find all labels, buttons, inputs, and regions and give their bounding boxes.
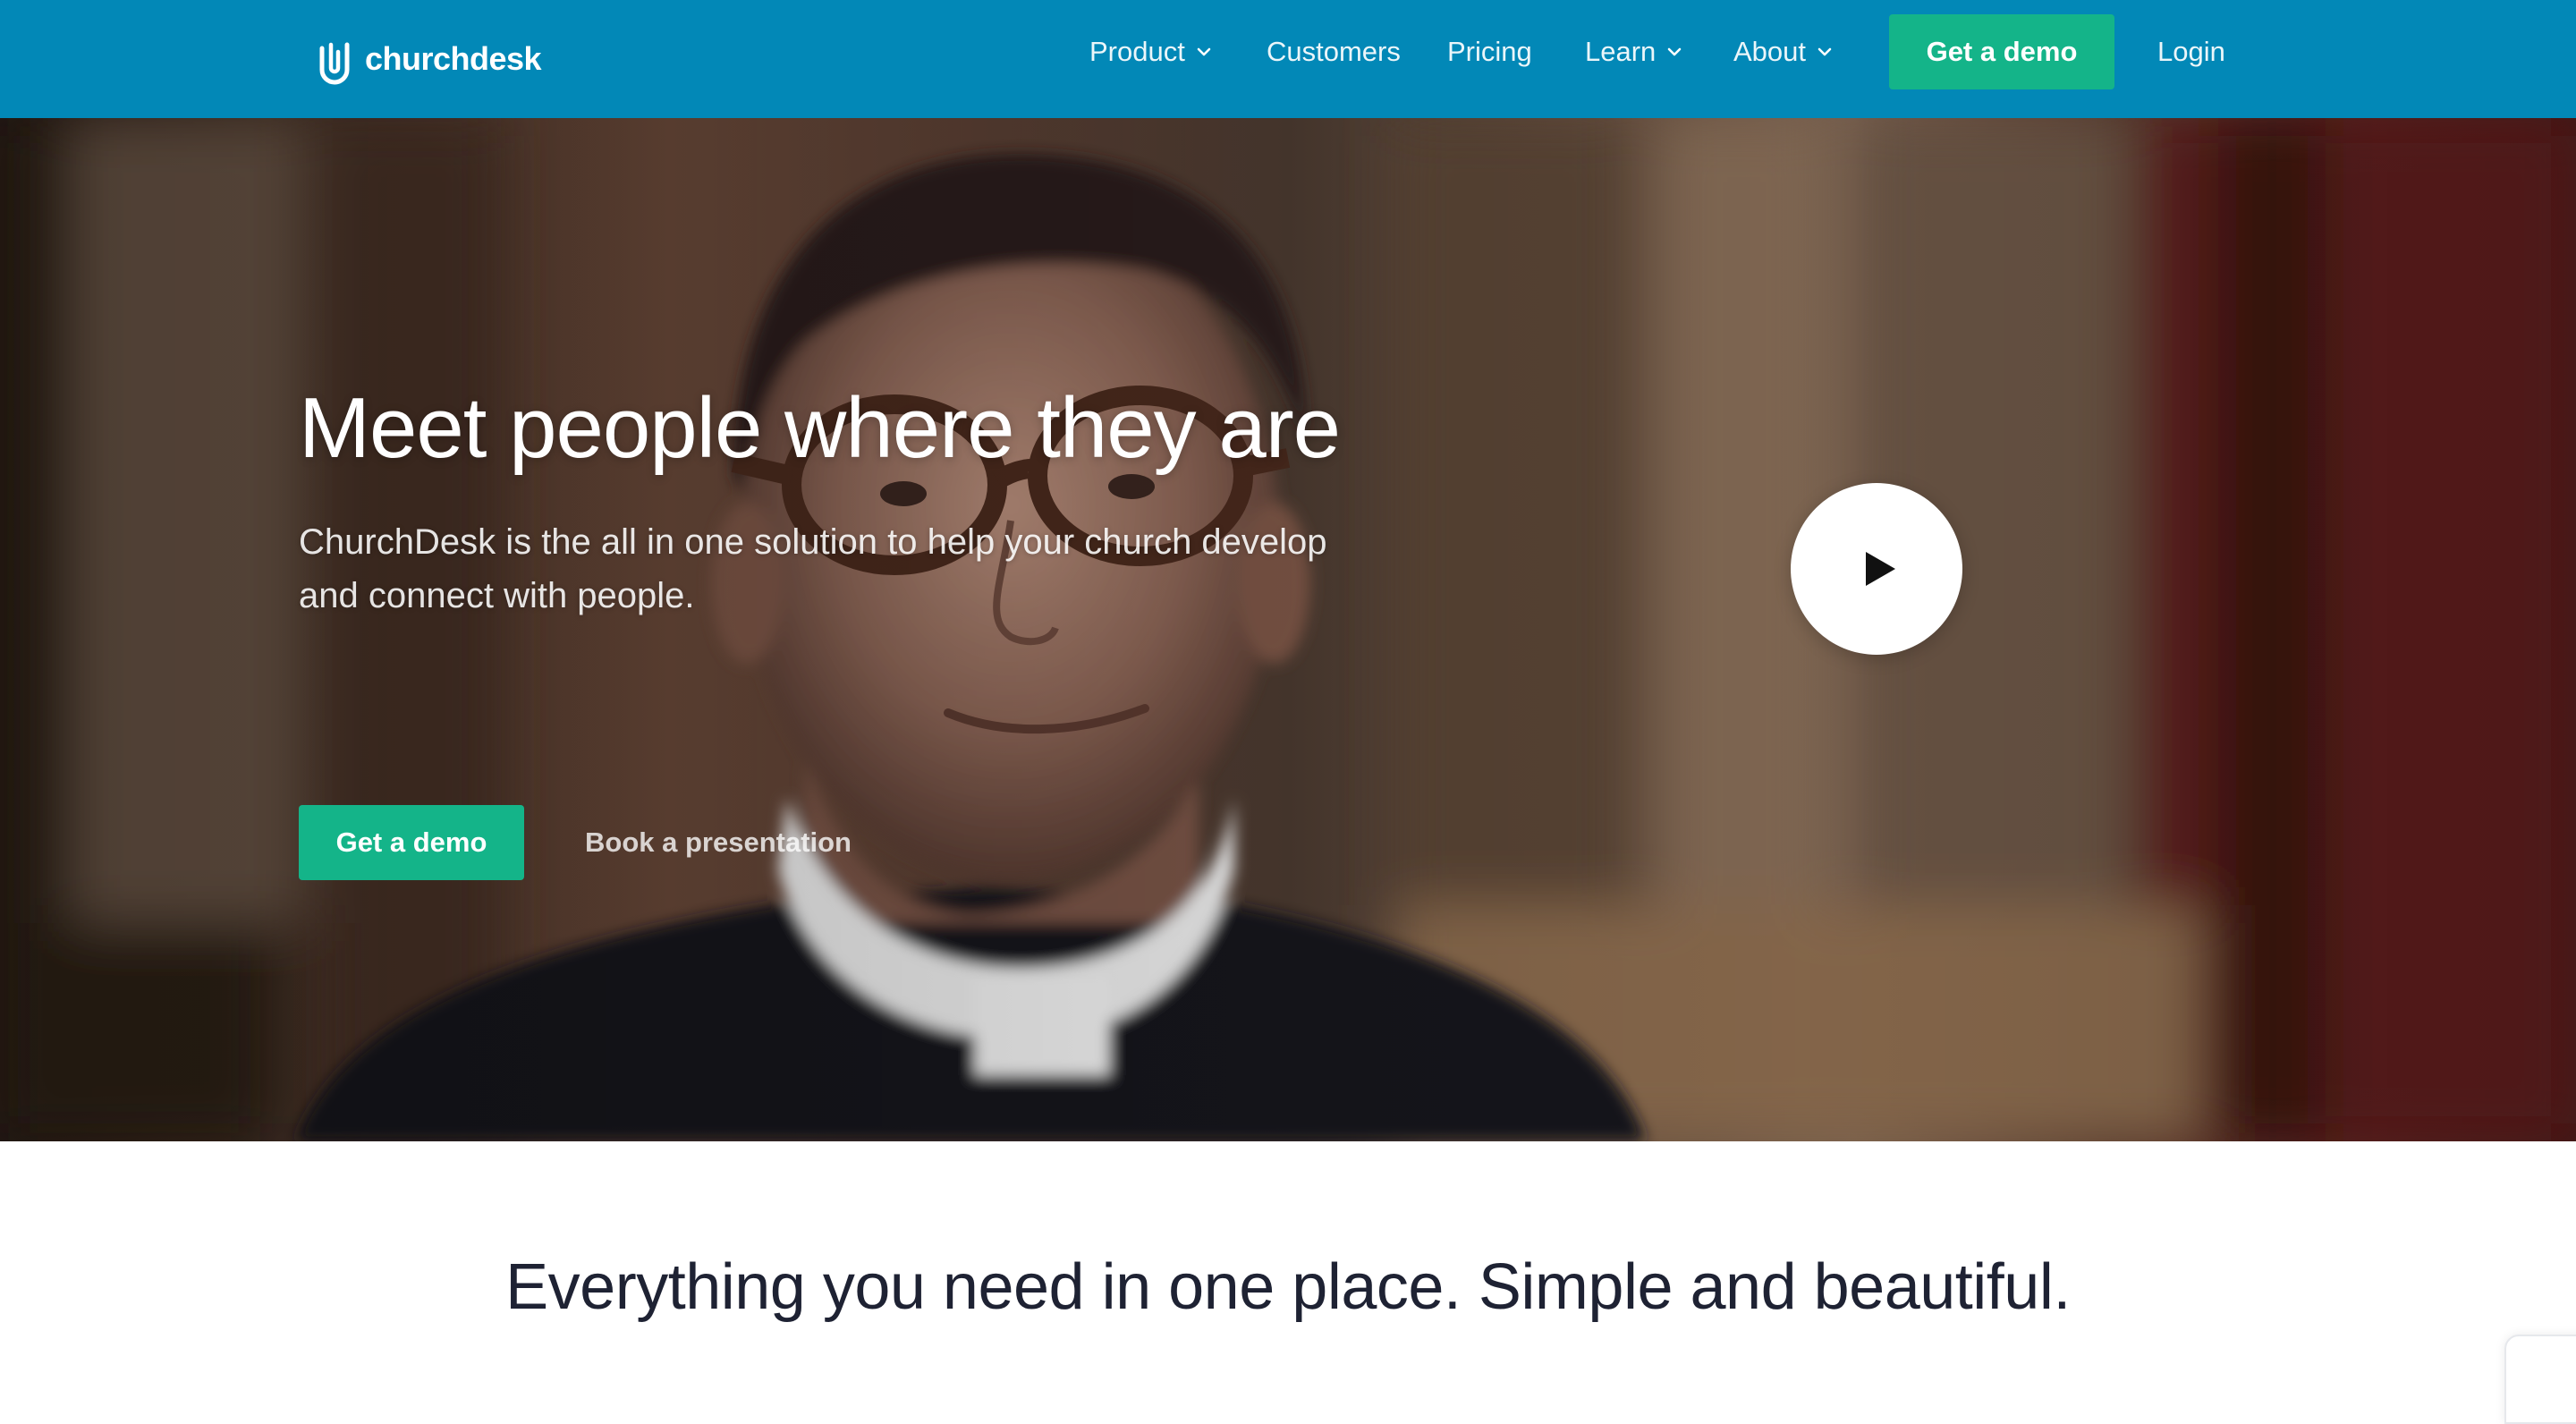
login-link[interactable]: Login [2157, 32, 2225, 72]
churchdesk-logo[interactable]: churchdesk [313, 30, 542, 88]
nav-item-learn[interactable]: Learn [1585, 32, 1682, 72]
nav-item-label: Learn [1585, 36, 1657, 67]
chevron-down-icon [1667, 47, 1682, 56]
nav-item-label: Customers [1267, 36, 1401, 67]
churchdesk-logo-icon [319, 42, 350, 85]
chevron-down-icon [1197, 47, 1211, 56]
hero-section: Meet people where they are ChurchDesk is… [0, 118, 2576, 1141]
video-play-button[interactable] [1791, 483, 1962, 655]
logo-wordmark: churchdesk [365, 40, 542, 77]
book-presentation-link[interactable]: Book a presentation [585, 823, 852, 862]
top-navbar: churchdesk Product Customers Pricing Lea… [0, 0, 2576, 118]
nav-get-demo-button[interactable]: Get a demo [1889, 14, 2114, 89]
nav-item-label: Pricing [1447, 36, 1532, 67]
hero-overlay [0, 118, 2576, 1141]
nav-item-customers[interactable]: Customers [1267, 32, 1401, 72]
hero-subtitle: ChurchDesk is the all in one solution to… [299, 522, 1327, 615]
nav-item-label: Product [1089, 36, 1185, 67]
chevron-down-icon [1818, 47, 1832, 56]
play-icon [1866, 552, 1895, 586]
nav-item-product[interactable]: Product [1089, 32, 1212, 72]
nav-item-about[interactable]: About [1733, 32, 1833, 72]
nav-item-pricing[interactable]: Pricing [1447, 32, 1532, 72]
chat-widget[interactable] [2504, 1335, 2576, 1424]
hero-get-demo-button[interactable]: Get a demo [299, 805, 524, 880]
hero-title: Meet people where they are [299, 380, 1341, 476]
nav-item-label: About [1733, 36, 1807, 67]
login-label: Login [2157, 36, 2225, 67]
features-heading: Everything you need in one place. Simple… [505, 1251, 2071, 1323]
